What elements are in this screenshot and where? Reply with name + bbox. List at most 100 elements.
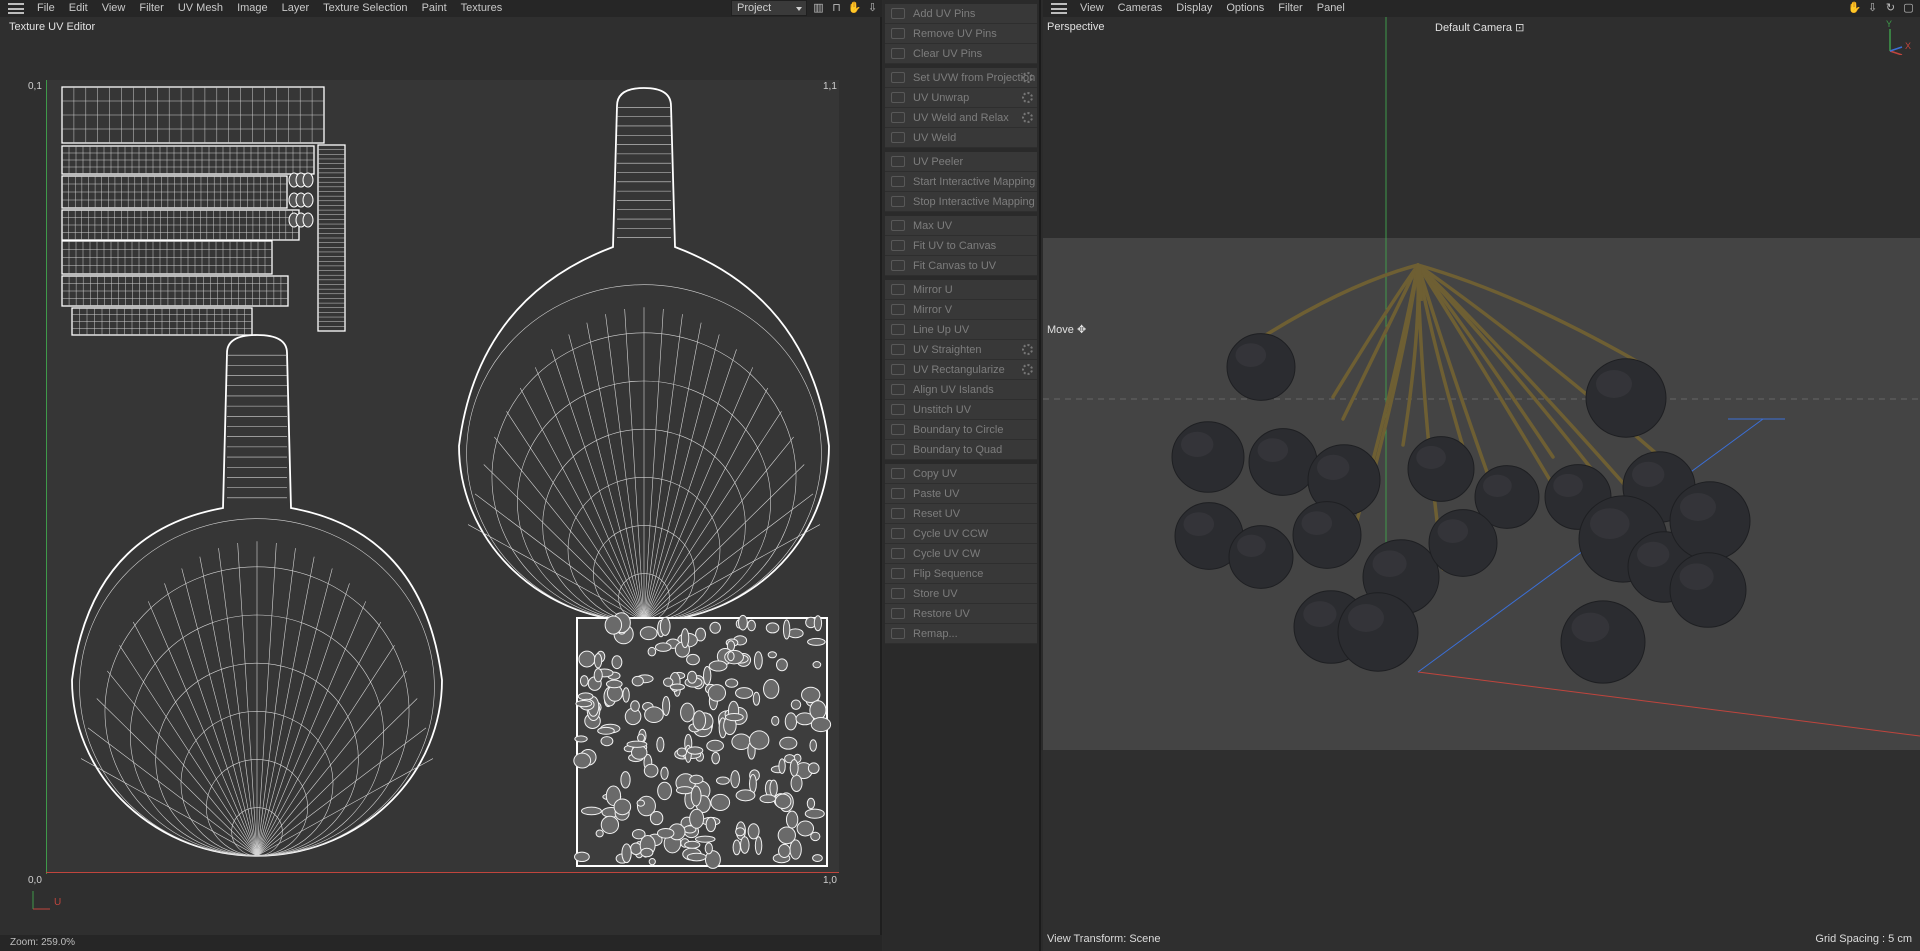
vp-menu-filter[interactable]: Filter bbox=[1271, 0, 1309, 17]
berry-highlight bbox=[1483, 474, 1512, 497]
uv-menu-textures[interactable]: Textures bbox=[454, 0, 510, 17]
align-uv-islands-icon bbox=[891, 384, 905, 395]
vp-menu-display[interactable]: Display bbox=[1169, 0, 1219, 17]
histogram-icon[interactable]: ▥ bbox=[811, 1, 826, 15]
uv-packed-piece bbox=[807, 637, 826, 646]
command-uv-unwrap[interactable]: UV Unwrap bbox=[885, 88, 1037, 108]
pan-hand-icon[interactable]: ✋ bbox=[847, 1, 862, 15]
uv-packed-piece bbox=[777, 826, 796, 845]
move-icon: ✥ bbox=[1076, 324, 1087, 336]
gear-icon[interactable] bbox=[1022, 92, 1033, 103]
command-label: Fit UV to Canvas bbox=[913, 239, 997, 252]
command-uv-weld-and-relax[interactable]: UV Weld and Relax bbox=[885, 108, 1037, 128]
uv-menu-hamburger-icon[interactable] bbox=[8, 3, 24, 14]
uv-packed-piece bbox=[593, 668, 603, 683]
command-paste-uv[interactable]: Paste UV bbox=[885, 484, 1037, 504]
command-start-interactive-mapping[interactable]: Start Interactive Mapping bbox=[885, 172, 1037, 192]
uv-canvas[interactable] bbox=[47, 80, 839, 872]
cycle-uv-cw-icon bbox=[891, 548, 905, 559]
command-add-uv-pins[interactable]: Add UV Pins bbox=[885, 4, 1037, 24]
uv-packed-piece bbox=[806, 797, 816, 810]
uv-pear-edge bbox=[256, 645, 395, 856]
uv-packed-piece bbox=[735, 687, 754, 699]
berry-highlight bbox=[1680, 493, 1716, 521]
uv-peeler-icon bbox=[891, 156, 905, 167]
command-label: Copy UV bbox=[913, 467, 958, 480]
command-flip-sequence[interactable]: Flip Sequence bbox=[885, 564, 1037, 584]
command-restore-uv[interactable]: Restore UV bbox=[885, 604, 1037, 624]
gear-icon[interactable] bbox=[1022, 72, 1033, 83]
uv-menu-uv-mesh[interactable]: UV Mesh bbox=[171, 0, 230, 17]
camera-label[interactable]: Default Camera ⊡ bbox=[1435, 21, 1524, 34]
uv-menu-paint[interactable]: Paint bbox=[415, 0, 454, 17]
command-cycle-uv-cw[interactable]: Cycle UV CW bbox=[885, 544, 1037, 564]
command-fit-canvas-to-uv[interactable]: Fit Canvas to UV bbox=[885, 256, 1037, 276]
uv-packed-piece bbox=[707, 684, 727, 702]
command-cycle-uv-ccw[interactable]: Cycle UV CCW bbox=[885, 524, 1037, 544]
uv-straighten-icon bbox=[891, 344, 905, 355]
command-unstitch-uv[interactable]: Unstitch UV bbox=[885, 400, 1037, 420]
command-clear-uv-pins[interactable]: Clear UV Pins bbox=[885, 44, 1037, 64]
uv-menu-edit[interactable]: Edit bbox=[62, 0, 95, 17]
command-set-uvw-from-projection[interactable]: Set UVW from Projection bbox=[885, 68, 1037, 88]
command-fit-uv-to-canvas[interactable]: Fit UV to Canvas bbox=[885, 236, 1037, 256]
vp-menu-options[interactable]: Options bbox=[1219, 0, 1271, 17]
pan-hand-icon[interactable]: ✋ bbox=[1847, 1, 1862, 15]
command-boundary-to-quad[interactable]: Boundary to Quad bbox=[885, 440, 1037, 460]
gear-icon[interactable] bbox=[1022, 364, 1033, 375]
lock-icon[interactable]: ⊓ bbox=[829, 1, 844, 15]
command-boundary-to-circle[interactable]: Boundary to Circle bbox=[885, 420, 1037, 440]
uv-menu-image[interactable]: Image bbox=[230, 0, 275, 17]
vp-menu-view[interactable]: View bbox=[1073, 0, 1111, 17]
command-uv-straighten[interactable]: UV Straighten bbox=[885, 340, 1037, 360]
command-uv-weld[interactable]: UV Weld bbox=[885, 128, 1037, 148]
uv-pear-edge bbox=[494, 436, 645, 622]
command-max-uv[interactable]: Max UV bbox=[885, 216, 1037, 236]
uv-menu-file[interactable]: File bbox=[30, 0, 62, 17]
uv-packed-piece bbox=[724, 712, 744, 722]
rotate-icon[interactable]: ↻ bbox=[1883, 1, 1898, 15]
uv-menu-texture-selection[interactable]: Texture Selection bbox=[316, 0, 414, 17]
uv-menu-filter[interactable]: Filter bbox=[132, 0, 170, 17]
command-mirror-v[interactable]: Mirror V bbox=[885, 300, 1037, 320]
gear-icon[interactable] bbox=[1022, 112, 1033, 123]
viewport-hamburger-icon[interactable] bbox=[1051, 3, 1067, 14]
uv-menu-view[interactable]: View bbox=[95, 0, 133, 17]
gear-icon[interactable] bbox=[1022, 344, 1033, 355]
uv-packed-piece bbox=[809, 700, 827, 720]
uv-packed-piece bbox=[715, 776, 730, 785]
command-uv-peeler[interactable]: UV Peeler bbox=[885, 152, 1037, 172]
boundary-to-circle-icon bbox=[891, 424, 905, 435]
command-remove-uv-pins[interactable]: Remove UV Pins bbox=[885, 24, 1037, 44]
berry bbox=[1669, 552, 1747, 628]
command-uv-rectangularize[interactable]: UV Rectangularize bbox=[885, 360, 1037, 380]
maximize-icon[interactable]: ▢ bbox=[1901, 1, 1916, 15]
command-line-up-uv[interactable]: Line Up UV bbox=[885, 320, 1037, 340]
command-align-uv-islands[interactable]: Align UV Islands bbox=[885, 380, 1037, 400]
uv-packed-piece bbox=[656, 827, 675, 839]
berry bbox=[1669, 481, 1751, 561]
command-reset-uv[interactable]: Reset UV bbox=[885, 504, 1037, 524]
restore-uv-icon bbox=[891, 608, 905, 619]
command-store-uv[interactable]: Store UV bbox=[885, 584, 1037, 604]
command-copy-uv[interactable]: Copy UV bbox=[885, 464, 1037, 484]
vp-menu-cameras[interactable]: Cameras bbox=[1111, 0, 1170, 17]
command-stop-interactive-mapping[interactable]: Stop Interactive Mapping bbox=[885, 192, 1037, 212]
command-remap[interactable]: Remap... bbox=[885, 624, 1037, 644]
dolly-arrow-icon[interactable]: ⇩ bbox=[865, 1, 880, 15]
berry-highlight bbox=[1237, 534, 1266, 557]
berry-highlight bbox=[1553, 473, 1583, 498]
reset-uv-icon bbox=[891, 508, 905, 519]
command-label: Restore UV bbox=[913, 607, 970, 620]
berry bbox=[1560, 600, 1646, 684]
uv-menu-layer[interactable]: Layer bbox=[275, 0, 317, 17]
uv-packed-piece bbox=[639, 626, 658, 641]
project-select[interactable]: Project bbox=[731, 0, 807, 16]
dolly-arrow-icon[interactable]: ⇩ bbox=[1865, 1, 1880, 15]
berry bbox=[1171, 421, 1245, 493]
uv-packed-piece bbox=[626, 740, 648, 748]
viewport-3d-view[interactable]: Perspective Default Camera ⊡ Move ✥ Y X … bbox=[1043, 17, 1920, 951]
vp-menu-panel[interactable]: Panel bbox=[1310, 0, 1352, 17]
command-mirror-u[interactable]: Mirror U bbox=[885, 280, 1037, 300]
uv-pear-edge bbox=[586, 322, 645, 622]
